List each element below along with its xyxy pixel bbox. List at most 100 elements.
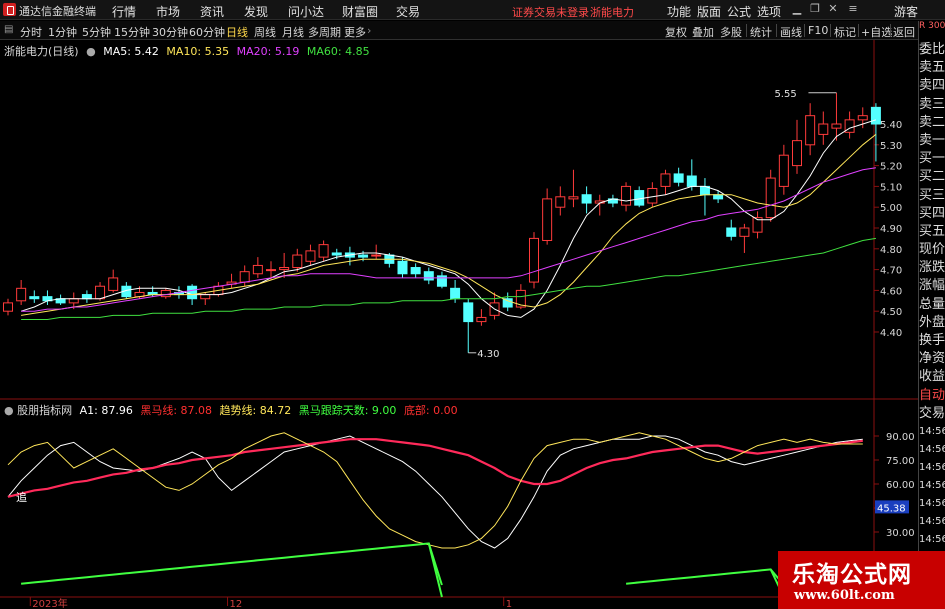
side-item[interactable]: 买一 (919, 150, 945, 168)
menu-faxian[interactable]: 发现 (244, 3, 268, 20)
side-item[interactable]: 涨幅 (919, 277, 945, 295)
price-tick-label: 4.70 (880, 266, 902, 277)
ma-line-ma60 (21, 237, 876, 320)
side-item[interactable]: 换手 (919, 332, 945, 350)
minimize-icon[interactable]: ▁ (790, 2, 804, 16)
period-daily[interactable]: 日线 (226, 24, 248, 40)
period-30min[interactable]: 30分钟 (152, 24, 188, 40)
candle-body (502, 298, 513, 308)
candle-body (778, 154, 789, 187)
side-trade[interactable]: 交易 (919, 405, 945, 423)
side-trade-time: 14:56 (919, 533, 945, 545)
price-annotations: 5.55 4.30 (468, 89, 837, 360)
menu-banmian[interactable]: 版面 (697, 3, 721, 20)
menu-gongshi[interactable]: 公式 (727, 3, 751, 20)
btn-back[interactable]: 返回 (893, 24, 915, 40)
side-item[interactable]: 买五 (919, 223, 945, 241)
side-item[interactable]: 卖一 (919, 132, 945, 150)
menu-xuanxiang[interactable]: 选项 (757, 3, 781, 20)
menu-shichang[interactable]: 市场 (156, 3, 180, 20)
indicator-grid (874, 435, 879, 533)
track-days-reset (427, 543, 443, 598)
period-60min[interactable]: 60分钟 (189, 24, 225, 40)
btn-duogu[interactable]: 多股 (720, 24, 742, 40)
ma-line-ma5 (20, 119, 877, 318)
period-1min[interactable]: 1分钟 (48, 24, 77, 40)
candle-body (160, 289, 171, 298)
period-5min[interactable]: 5分钟 (82, 24, 111, 40)
heima-label: 黑马线: 87.08 (140, 404, 213, 417)
menu-hangqing[interactable]: 行情 (112, 3, 136, 20)
period-toolbar: ▤ 分时 1分钟 5分钟 15分钟 30分钟 60分钟 日线 周线 月线 多周期… (0, 21, 918, 40)
side-item[interactable]: 买二 (919, 168, 945, 186)
price-tick-label: 5.30 (880, 141, 902, 152)
btn-add-watchlist[interactable]: +自选 (861, 24, 892, 40)
more-chevron-icon[interactable]: › (367, 24, 371, 37)
period-monthly[interactable]: 月线 (282, 24, 304, 40)
side-item[interactable]: 买四 (919, 205, 945, 223)
watermark-en: www.60lt.com (794, 588, 895, 603)
candle-body (476, 316, 487, 323)
candle-body (252, 264, 263, 275)
candle-body (634, 190, 645, 206)
side-item[interactable]: 外盘 (919, 314, 945, 332)
side-item[interactable]: 委比 (919, 41, 945, 59)
side-item[interactable]: 净资 (919, 350, 945, 368)
price-tick-label: 4.50 (880, 307, 902, 318)
legend-settings-icon[interactable]: ● (86, 45, 96, 58)
period-weekly[interactable]: 周线 (254, 24, 276, 40)
restore-icon[interactable]: ❐ (808, 2, 822, 16)
track-days-label: 黑马跟踪天数: 9.00 (298, 404, 397, 417)
menu-icon[interactable]: ≡ (846, 2, 860, 16)
ma-line-ma20 (21, 167, 876, 312)
side-item[interactable]: 涨跌 (919, 259, 945, 277)
side-item[interactable]: 卖五 (919, 59, 945, 77)
period-fenshi[interactable]: 分时 (20, 24, 42, 40)
guest-login[interactable]: 游客 (894, 3, 918, 20)
menu-gongneng[interactable]: 功能 (667, 3, 691, 20)
toolbar-expand-icon[interactable]: ▤ (4, 24, 13, 35)
menu-wenxiaoda[interactable]: 问小达 (288, 3, 324, 20)
btn-huaxian[interactable]: 画线 (780, 24, 802, 40)
side-item[interactable]: 卖二 (919, 114, 945, 132)
menu-zixun[interactable]: 资讯 (200, 3, 224, 20)
candle-body (857, 115, 868, 121)
candle-body (95, 285, 106, 300)
side-trade-time: 14:56 (919, 497, 945, 509)
side-item[interactable]: 卖四 (919, 77, 945, 95)
candle-body (318, 244, 329, 258)
period-multi[interactable]: 多周期 (308, 24, 341, 40)
price-tick-label: 4.60 (880, 286, 902, 297)
indicator-settings-icon[interactable]: ● (4, 404, 14, 417)
period-15min[interactable]: 15分钟 (114, 24, 150, 40)
candle-body (805, 115, 816, 146)
stock-title: 浙能电力(日线) (4, 45, 79, 58)
btn-biaoji[interactable]: 标记 (834, 24, 856, 40)
kline-chart-area[interactable]: 5.40 5.30 5.20 5.10 5.00 4.90 4.80 4.70 4.60 4.50… (0, 40, 918, 609)
btn-fuquan[interactable]: 复权 (665, 24, 687, 40)
candle-body (305, 250, 316, 262)
side-auto[interactable]: 自动 (919, 387, 945, 405)
bottom-label: 底部: 0.00 (403, 404, 458, 417)
side-item[interactable]: 总量 (919, 296, 945, 314)
btn-tongji[interactable]: 统计 (750, 24, 772, 40)
menu-caifuquan[interactable]: 财富圈 (342, 3, 378, 20)
side-item[interactable]: 买三 (919, 187, 945, 205)
side-item[interactable]: 收益 (919, 368, 945, 386)
period-more[interactable]: 更多 (344, 24, 366, 40)
low-price-label: 4.30 (477, 349, 499, 360)
side-item[interactable]: 现价 (919, 241, 945, 259)
btn-diejia[interactable]: 叠加 (692, 24, 714, 40)
login-warning[interactable]: 证券交易未登录 (512, 4, 589, 20)
candle-body (358, 254, 369, 258)
side-trade-time: 14:56 (919, 515, 945, 527)
menu-jiaoyi[interactable]: 交易 (396, 3, 420, 20)
toolbar-divider (804, 24, 805, 37)
btn-f10[interactable]: F10 (808, 24, 828, 37)
close-icon[interactable]: ✕ (826, 2, 840, 16)
side-item[interactable]: 卖三 (919, 96, 945, 114)
indicator-tick-label: 90.00 (886, 432, 915, 443)
candle-body (647, 187, 658, 204)
candle-body (831, 123, 842, 129)
candle-body (463, 302, 474, 323)
